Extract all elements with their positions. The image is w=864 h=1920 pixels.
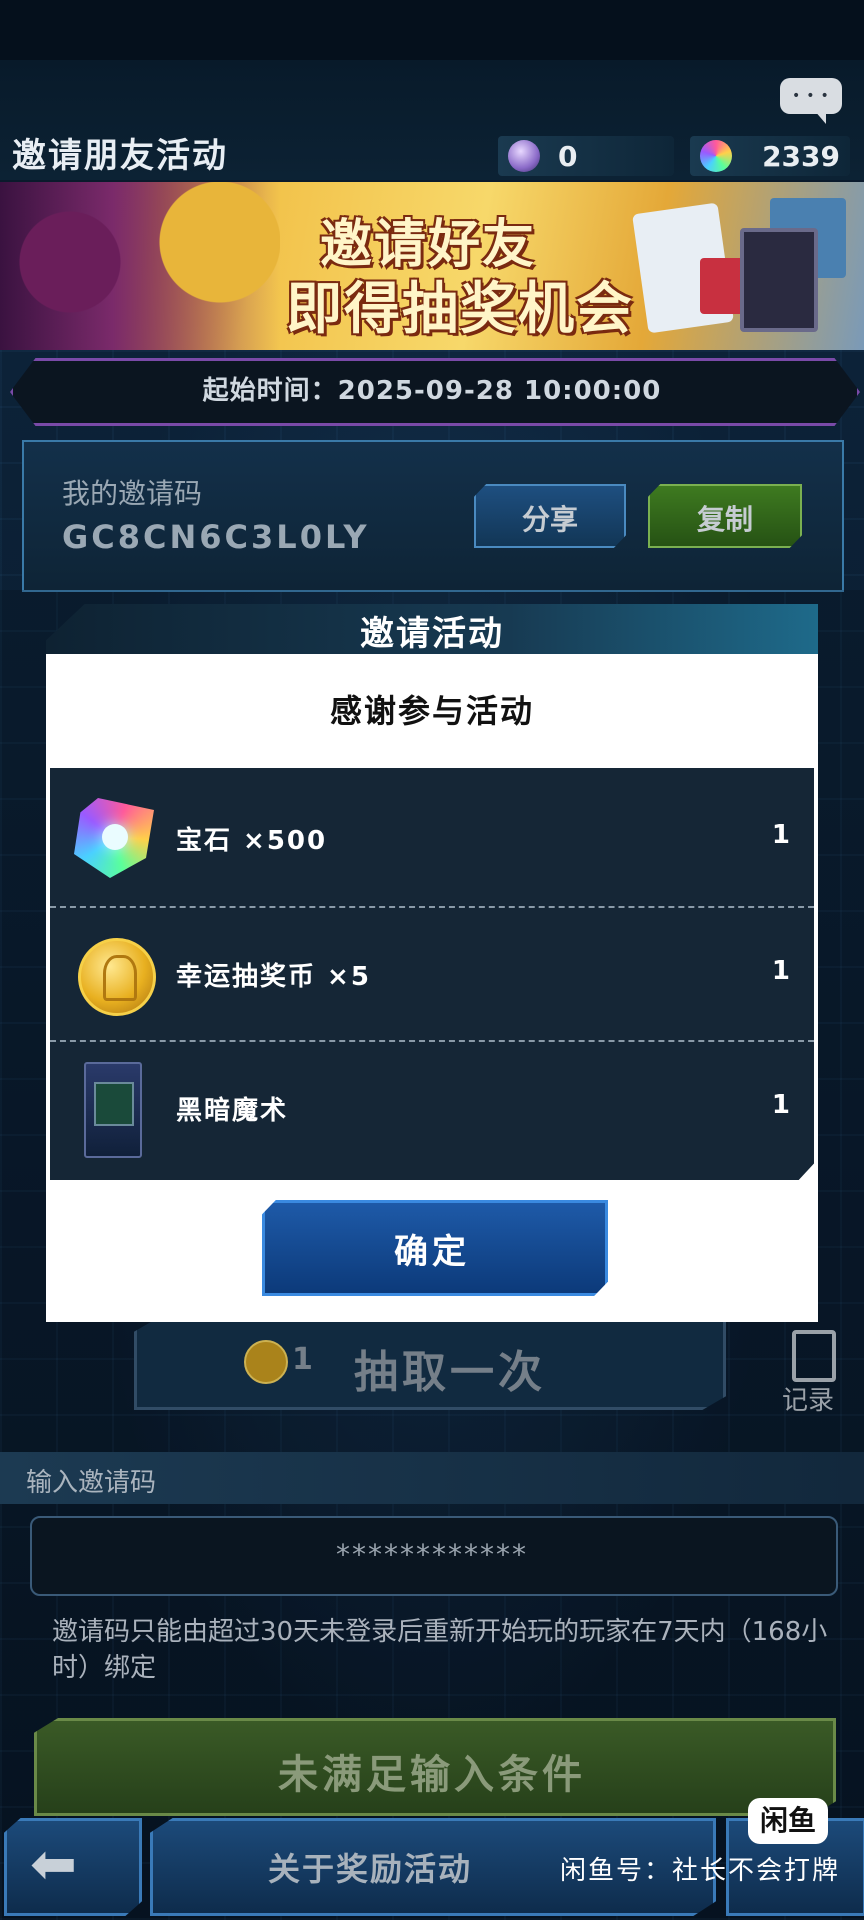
start-time-text: 起始时间：2025-09-28 10:00:00: [202, 376, 662, 406]
gem-icon: [74, 798, 154, 878]
reward-row: 黑暗魔术 1: [50, 1040, 814, 1174]
input-code-label: 输入邀请码: [26, 1468, 157, 1498]
reward-list: 宝石 ×500 1 幸运抽奖币 ×5 1 黑暗魔术 1: [50, 768, 814, 1180]
card-pack-icon: [84, 1062, 142, 1158]
watermark-text: 闲鱼号：社长不会打牌: [560, 1856, 841, 1886]
status-bar: [0, 0, 864, 60]
page-title: 邀请朋友活动: [12, 136, 228, 176]
invite-code-label: 我的邀请码: [62, 477, 203, 510]
reward-row: 幸运抽奖币 ×5 1: [50, 906, 814, 1040]
invite-code-input-value[interactable]: ************: [30, 1538, 834, 1571]
gem-currency-value: 2339: [762, 140, 840, 173]
reward-quantity: 1: [771, 956, 790, 986]
copy-button-label: 复制: [696, 503, 753, 536]
event-banner: 邀请好友 即得抽奖机会: [0, 182, 864, 350]
lucky-coin-icon: [78, 938, 156, 1016]
banner-characters-image: [0, 182, 280, 350]
reward-name: 黑暗魔术: [176, 1096, 289, 1126]
copy-button[interactable]: 复制: [648, 484, 802, 548]
chat-bubble-icon[interactable]: •••: [780, 78, 842, 124]
currency-badge-gems: 2339: [690, 136, 850, 176]
reward-row: 宝石 ×500 1: [50, 772, 814, 904]
banner-subheadline: 即得抽奖机会: [286, 277, 634, 342]
gem-currency-icon: [700, 140, 732, 172]
share-button[interactable]: 分享: [474, 484, 626, 548]
modal-subtitle: 感谢参与活动: [329, 692, 534, 730]
modal-title: 邀请活动: [360, 614, 504, 654]
invite-code-value: GC8CN6C3L0LY: [62, 518, 370, 556]
banner-prize-image: [632, 198, 850, 348]
orb-currency-icon: [508, 140, 540, 172]
currency-badge-orbs: 0: [498, 136, 674, 176]
reward-name: 幸运抽奖币 ×5: [176, 962, 371, 992]
back-arrow-icon[interactable]: ⬅: [30, 1832, 77, 1897]
invite-code-note: 邀请码只能由超过30天未登录后重新开始玩的玩家在7天内（168小时）绑定: [52, 1617, 828, 1683]
reward-name: 宝石 ×500: [176, 826, 328, 856]
submit-code-label: 未满足输入条件: [278, 1752, 586, 1798]
about-rewards-label: 关于奖励活动: [267, 1850, 472, 1888]
orb-currency-value: 0: [558, 140, 578, 173]
watermark-logo: 闲鱼: [748, 1798, 828, 1844]
reward-quantity: 1: [771, 820, 790, 850]
confirm-button-label[interactable]: 确定: [262, 1224, 602, 1273]
reward-quantity: 1: [771, 1090, 790, 1120]
share-button-label: 分享: [521, 503, 578, 536]
